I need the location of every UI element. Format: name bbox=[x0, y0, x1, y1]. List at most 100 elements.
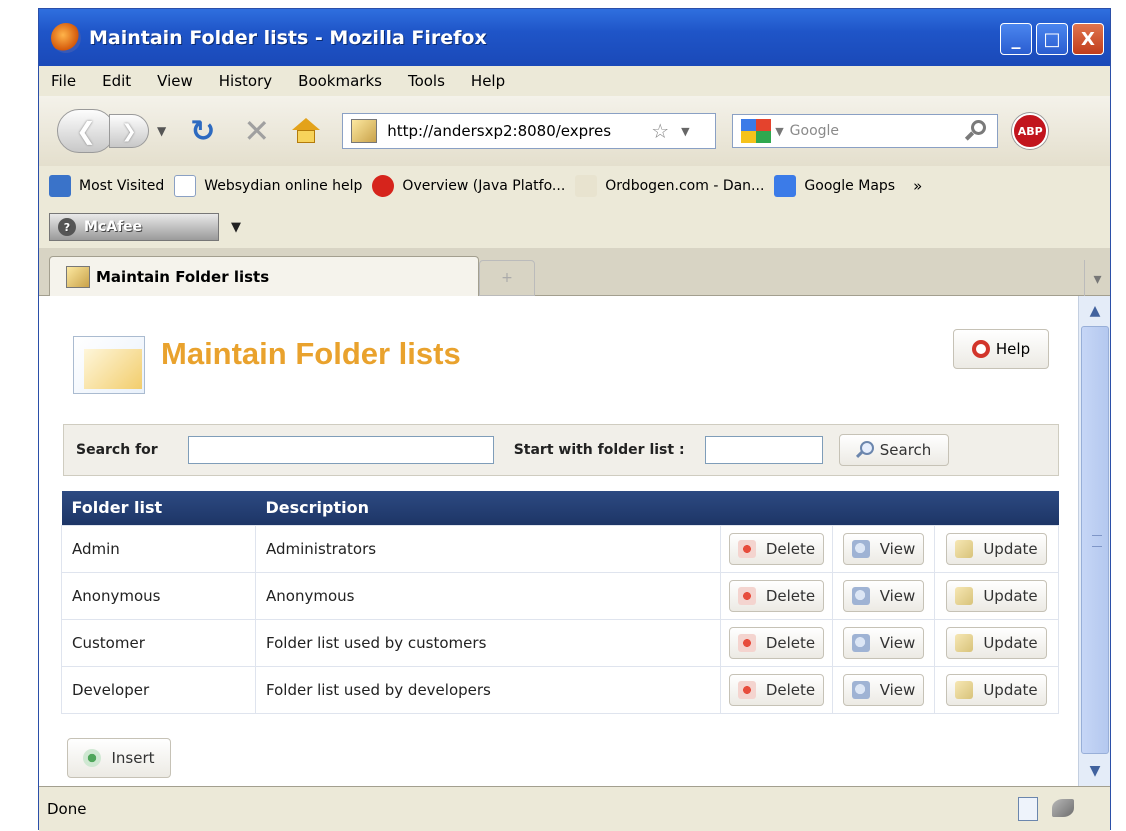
start-with-input[interactable] bbox=[704, 436, 823, 464]
view-button[interactable]: View bbox=[842, 532, 925, 565]
vertical-scrollbar[interactable]: ▲ ▼ bbox=[1078, 296, 1110, 786]
delete-icon bbox=[737, 680, 756, 699]
mcafee-button[interactable]: ? McAfee bbox=[49, 213, 219, 241]
table-header: Folder list Description bbox=[61, 491, 1059, 525]
stop-icon[interactable]: ✕ bbox=[243, 112, 270, 150]
back-arrow-icon: ❮ bbox=[75, 117, 97, 145]
bookmark-item[interactable]: Most Visited bbox=[49, 175, 164, 197]
mcafee-toolbar: ? McAfee ▼ bbox=[39, 206, 1110, 248]
minimize-button[interactable]: _ bbox=[1000, 23, 1032, 55]
google-engine-icon[interactable] bbox=[741, 119, 772, 143]
tab-list-icon[interactable]: ▾ bbox=[1084, 260, 1110, 296]
home-icon[interactable] bbox=[292, 118, 321, 144]
delete-icon bbox=[737, 586, 756, 605]
bookmark-item[interactable]: Websydian online help bbox=[174, 175, 362, 197]
folder-list-name: Customer bbox=[61, 618, 256, 667]
search-button[interactable]: Search bbox=[838, 434, 949, 466]
search-bar[interactable]: ▼ Google bbox=[732, 114, 999, 148]
insert-icon bbox=[83, 749, 102, 767]
oracle-icon bbox=[372, 175, 395, 197]
lifebuoy-icon bbox=[971, 340, 990, 358]
menu-bookmarks[interactable]: Bookmarks bbox=[298, 72, 382, 90]
adblock-icon[interactable]: ABP bbox=[1012, 113, 1049, 149]
view-icon bbox=[851, 680, 870, 699]
bookmark-item[interactable]: Ordbogen.com - Dan... bbox=[575, 175, 764, 197]
most-visited-icon bbox=[49, 175, 71, 197]
folder-list-name: Anonymous bbox=[61, 571, 256, 620]
folder-list-description: Folder list used by developers bbox=[255, 665, 721, 714]
navigation-toolbar: ❮ ❯ ▼ ↻ ✕ http://andersxp2:8080/expres ☆… bbox=[39, 96, 1110, 166]
reload-icon[interactable]: ↻ bbox=[190, 114, 215, 149]
folder-list-name: Admin bbox=[61, 524, 256, 573]
menu-help[interactable]: Help bbox=[471, 72, 505, 90]
window-title: Maintain Folder lists - Mozilla Firefox bbox=[89, 26, 487, 49]
view-button[interactable]: View bbox=[842, 626, 925, 659]
forward-button[interactable]: ❯ bbox=[109, 114, 149, 148]
google-maps-icon bbox=[774, 175, 797, 197]
engine-dropdown-icon[interactable]: ▼ bbox=[775, 125, 783, 138]
update-button[interactable]: Update bbox=[946, 626, 1047, 659]
addon-status-icon[interactable] bbox=[1052, 799, 1074, 817]
mcafee-dropdown-icon[interactable]: ▼ bbox=[231, 220, 241, 235]
menu-tools[interactable]: Tools bbox=[408, 72, 445, 90]
menu-view[interactable]: View bbox=[157, 72, 193, 90]
maximize-button[interactable]: □ bbox=[1036, 23, 1068, 55]
search-icon[interactable] bbox=[965, 120, 987, 142]
delete-button[interactable]: Delete bbox=[728, 626, 825, 659]
view-button[interactable]: View bbox=[842, 673, 925, 706]
bookmark-item[interactable]: Overview (Java Platfo... bbox=[372, 175, 565, 197]
site-favicon-icon bbox=[351, 119, 378, 143]
new-tab-button[interactable]: + bbox=[479, 260, 535, 296]
table-row: Anonymous Anonymous Delete View Update bbox=[61, 571, 1059, 620]
view-icon bbox=[851, 539, 870, 558]
update-button[interactable]: Update bbox=[946, 673, 1047, 706]
bookmarks-overflow-icon[interactable]: » bbox=[913, 177, 922, 195]
folder-list-description: Anonymous bbox=[255, 571, 721, 620]
search-for-input[interactable] bbox=[187, 436, 494, 464]
view-icon bbox=[851, 586, 870, 605]
scrollbar-thumb[interactable] bbox=[1081, 326, 1109, 754]
search-input[interactable]: Google bbox=[790, 123, 966, 139]
start-with-label: Start with folder list : bbox=[513, 442, 685, 458]
insert-button[interactable]: Insert bbox=[67, 738, 171, 778]
delete-button[interactable]: Delete bbox=[728, 673, 825, 706]
history-dropdown-icon[interactable]: ▼ bbox=[157, 124, 166, 138]
bookmark-star-icon[interactable]: ☆ bbox=[651, 119, 669, 143]
tab-maintain-folder-lists[interactable]: Maintain Folder lists bbox=[49, 256, 479, 296]
delete-button[interactable]: Delete bbox=[728, 579, 825, 612]
url-dropdown-icon[interactable]: ▼ bbox=[681, 125, 689, 138]
table-row: Customer Folder list used by customers D… bbox=[61, 618, 1059, 667]
scroll-up-icon[interactable]: ▲ bbox=[1079, 296, 1111, 326]
folder-list-icon bbox=[73, 336, 145, 394]
update-button[interactable]: Update bbox=[946, 579, 1047, 612]
window-controls: _ □ X bbox=[1000, 23, 1104, 55]
firefox-icon bbox=[51, 22, 81, 53]
scroll-down-icon[interactable]: ▼ bbox=[1079, 756, 1111, 786]
close-button[interactable]: X bbox=[1072, 23, 1104, 55]
help-button[interactable]: Help bbox=[953, 329, 1049, 369]
menu-bar: File Edit View History Bookmarks Tools H… bbox=[39, 66, 1110, 96]
folder-list-name: Developer bbox=[61, 665, 256, 714]
menu-history[interactable]: History bbox=[219, 72, 272, 90]
search-icon bbox=[856, 441, 874, 459]
bookmark-item[interactable]: Google Maps bbox=[774, 175, 895, 197]
url-text[interactable]: http://andersxp2:8080/expres bbox=[387, 122, 647, 140]
menu-file[interactable]: File bbox=[51, 72, 76, 90]
tab-favicon-icon bbox=[66, 265, 90, 288]
browser-window: Maintain Folder lists - Mozilla Firefox … bbox=[38, 8, 1111, 831]
bookmarks-toolbar: Most Visited Websydian online help Overv… bbox=[39, 166, 1110, 206]
back-button[interactable]: ❮ bbox=[57, 109, 115, 153]
address-bar[interactable]: http://andersxp2:8080/expres ☆ ▼ bbox=[342, 113, 717, 149]
delete-button[interactable]: Delete bbox=[728, 532, 825, 565]
folder-list-description: Folder list used by customers bbox=[255, 618, 721, 667]
table-row: Developer Folder list used by developers… bbox=[61, 665, 1059, 714]
page-icon bbox=[174, 175, 197, 197]
delete-icon bbox=[737, 633, 756, 652]
page-status-icon[interactable] bbox=[1018, 797, 1038, 821]
ordbogen-icon bbox=[575, 175, 598, 197]
update-button[interactable]: Update bbox=[946, 532, 1047, 565]
update-icon bbox=[955, 633, 974, 652]
menu-edit[interactable]: Edit bbox=[102, 72, 131, 90]
search-for-label: Search for bbox=[76, 442, 158, 458]
view-button[interactable]: View bbox=[842, 579, 925, 612]
